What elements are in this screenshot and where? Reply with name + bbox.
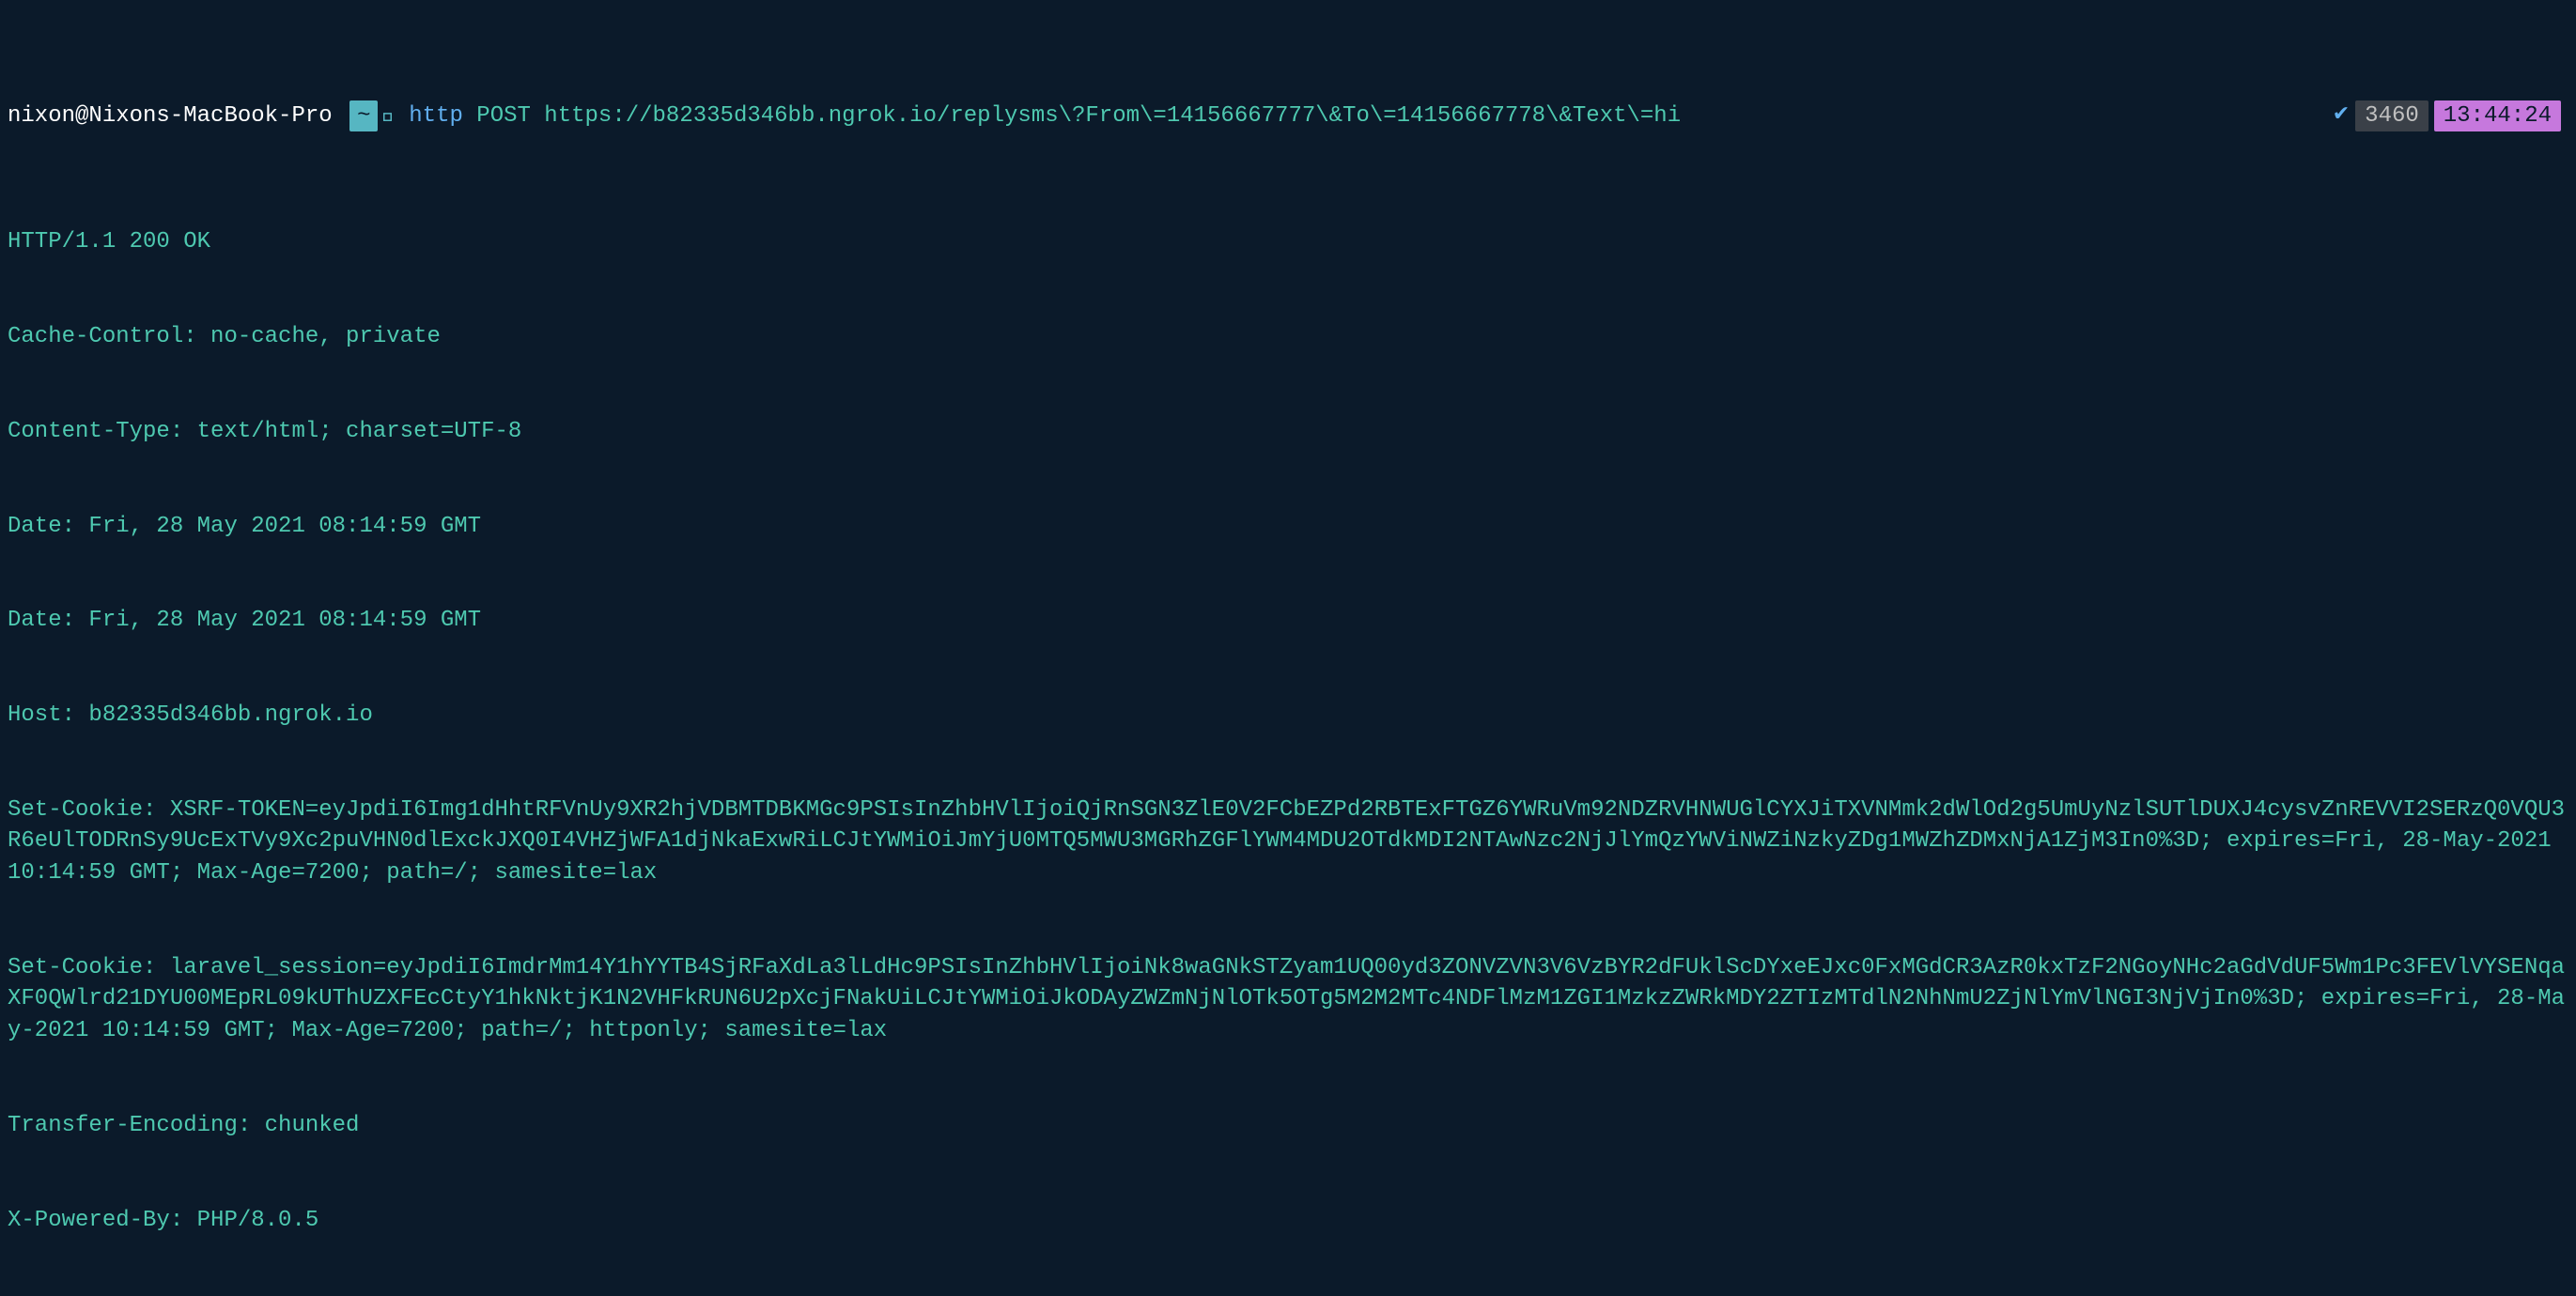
http-header: Content-Type: text/html; charset=UTF-8 <box>8 416 2568 448</box>
http-header: Transfer-Encoding: chunked <box>8 1110 2568 1142</box>
check-icon: ✔ <box>2333 101 2350 131</box>
status-bar: ✔ 3460 13:44:24 <box>2333 100 2561 132</box>
http-header: Date: Fri, 28 May 2021 08:14:59 GMT <box>8 511 2568 543</box>
http-header: Host: b82335d346bb.ngrok.io <box>8 700 2568 732</box>
http-status-line: HTTP/1.1 200 OK <box>8 226 2568 258</box>
command-tool: http <box>409 100 463 132</box>
terminal-window[interactable]: nixon@Nixons-MacBook-Pro ~  http POST h… <box>0 0 2576 1296</box>
http-header: Set-Cookie: XSRF-TOKEN=eyJpdiI6Img1dHhtR… <box>8 795 2568 889</box>
http-header: Cache-Control: no-cache, private <box>8 321 2568 353</box>
http-header: X-Powered-By: PHP/8.0.5 <box>8 1205 2568 1237</box>
status-time-badge: 13:44:24 <box>2434 100 2561 132</box>
status-number-badge: 3460 <box>2355 100 2429 132</box>
prompt-user-host: nixon@Nixons-MacBook-Pro <box>8 100 333 132</box>
prompt-separator-icon:  <box>381 100 409 132</box>
prompt-cwd: ~ <box>349 100 378 132</box>
prompt-arrow-icon <box>333 100 346 132</box>
http-header: Date: Fri, 28 May 2021 08:14:59 GMT <box>8 605 2568 637</box>
prompt-line: nixon@Nixons-MacBook-Pro ~  http POST h… <box>8 100 2568 132</box>
http-header: Set-Cookie: laravel_session=eyJpdiI6Imdr… <box>8 952 2568 1047</box>
command-args: POST https://b82335d346bb.ngrok.io/reply… <box>476 100 1681 132</box>
